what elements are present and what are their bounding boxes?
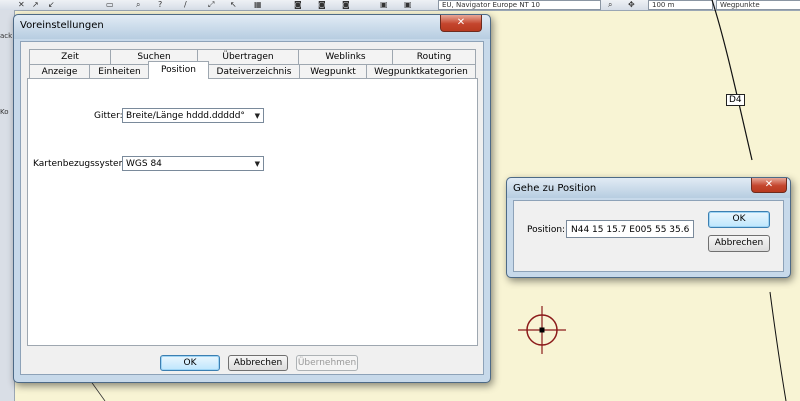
grid-label: Gitter: (94, 111, 123, 121)
road-line (769, 291, 787, 401)
close-icon: ✕ (764, 179, 774, 190)
chevron-down-icon: ▼ (254, 160, 260, 168)
position-input[interactable]: N44 15 15.7 E005 55 35.6 (566, 220, 694, 238)
preferences-client: Zeit Suchen Übertragen Weblinks Routing … (20, 41, 484, 375)
dialog-title: Gehe zu Position (513, 183, 597, 194)
tab-einheiten[interactable]: Einheiten (89, 64, 150, 79)
tab-wegpunkt[interactable]: Wegpunkt (299, 64, 367, 79)
tab-anzeige[interactable]: Anzeige (29, 64, 90, 79)
dialog-title: Voreinstellungen (20, 20, 104, 31)
cancel-button[interactable]: Abbrechen (228, 355, 288, 371)
preferences-titlebar[interactable]: Voreinstellungen ✕ (14, 15, 490, 39)
position-tab-panel: Gitter: Breite/Länge hddd.ddddd° ▼ Karte… (27, 78, 478, 346)
tab-dateiverzeichnis[interactable]: Dateiverzeichnis (208, 64, 300, 79)
chevron-down-icon: ▼ (254, 112, 260, 120)
road-label: D4 (726, 94, 745, 106)
grid-select-value: Breite/Länge hddd.ddddd° (126, 111, 245, 121)
close-button[interactable]: ✕ (751, 178, 787, 193)
apply-button[interactable]: Übernehmen (296, 355, 358, 371)
position-label: Position: (527, 225, 566, 235)
datum-select[interactable]: WGS 84 ▼ (122, 156, 264, 171)
cancel-button[interactable]: Abbrechen (708, 235, 770, 252)
road-line (711, 0, 753, 161)
datum-select-value: WGS 84 (126, 159, 162, 169)
tab-position[interactable]: Position (148, 61, 209, 79)
goto-client: Position: N44 15 15.7 E005 55 35.6 OK Ab… (513, 200, 784, 272)
close-button[interactable]: ✕ (440, 15, 482, 32)
grid-select[interactable]: Breite/Länge hddd.ddddd° ▼ (122, 108, 264, 123)
tab-weblinks[interactable]: Weblinks (298, 49, 393, 64)
road-line (89, 379, 106, 401)
close-icon: ✕ (456, 17, 466, 28)
goto-titlebar[interactable]: Gehe zu Position ✕ (507, 178, 790, 198)
map-cursor-crosshair (518, 306, 566, 354)
tab-zeit[interactable]: Zeit (29, 49, 111, 64)
tab-routing[interactable]: Routing (392, 49, 476, 64)
ok-button[interactable]: OK (160, 355, 220, 371)
datum-label: Kartenbezugssystem: (33, 159, 131, 169)
tab-wegpunktkategorien[interactable]: Wegpunktkategorien (366, 64, 476, 79)
preferences-dialog: Voreinstellungen ✕ Zeit Suchen Übertrage… (13, 14, 491, 383)
goto-position-dialog: Gehe zu Position ✕ Position: N44 15 15.7… (506, 177, 791, 278)
ok-button[interactable]: OK (708, 211, 770, 228)
tab-uebertragen[interactable]: Übertragen (197, 49, 299, 64)
